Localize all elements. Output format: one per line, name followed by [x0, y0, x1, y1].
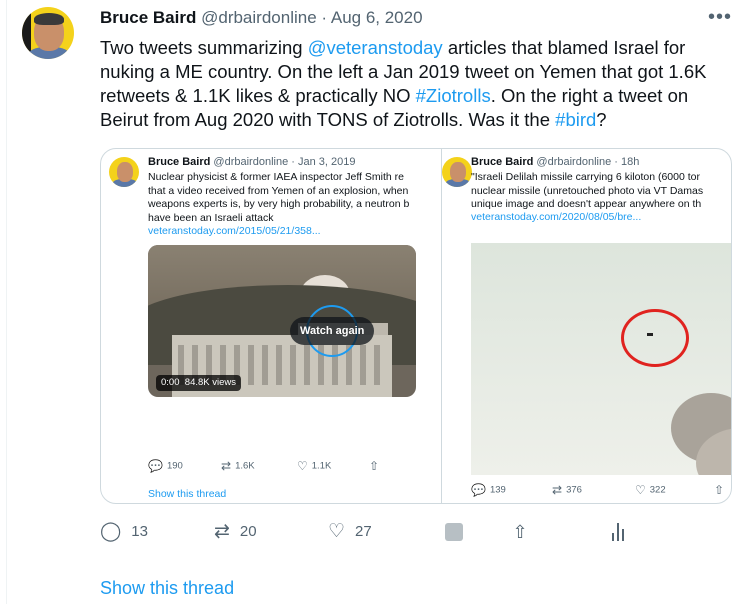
embedded-like-stat: ♡ 1.1K [297, 459, 331, 473]
avatar-face [450, 162, 466, 182]
like-count: 27 [355, 523, 372, 540]
heart-icon: ♡ [297, 459, 308, 473]
embedded-author-name: Bruce Baird [471, 156, 534, 168]
show-thread-link[interactable]: Show this thread [100, 578, 234, 599]
embedded-header: Bruce Baird @drbairdonline · Jan 3, 2019 [148, 156, 355, 168]
avatar-face [117, 162, 133, 182]
embedded-like-count: 1.1K [311, 460, 332, 472]
embedded-handle-date: @drbairdonline · Jan 3, 2019 [213, 156, 356, 168]
like-button[interactable]: ♡ 27 [328, 520, 372, 544]
watch-again-button: Watch again [290, 317, 375, 345]
embedded-link: veteranstoday.com/2015/05/21/358... [148, 225, 321, 237]
embedded-screenshot[interactable]: Bruce Baird @drbairdonline · Jan 3, 2019… [100, 148, 732, 504]
embedded-retweet-stat: ⇄ 376 [552, 483, 582, 497]
embedded-retweet-stat: ⇄ 1.6K [221, 459, 255, 473]
author-handle[interactable]: @drbairdonline [201, 8, 317, 27]
analytics-icon[interactable] [612, 523, 626, 541]
video-views: 84.8K views [184, 377, 237, 388]
reply-count: 13 [131, 523, 148, 540]
embedded-like-stat: ♡ 322 [635, 483, 666, 497]
embedded-text: "Israeli Delilah missile carrying 6 kilo… [471, 171, 703, 212]
heart-icon: ♡ [635, 483, 646, 497]
embedded-author-name: Bruce Baird [148, 156, 211, 168]
reply-button[interactable]: ◯ 13 [100, 520, 148, 544]
tweet-actions: ◯ 13 ⇄ 20 ♡ 27 ⇧ [100, 520, 740, 544]
mention-link[interactable]: @veteranstoday [308, 37, 443, 58]
embedded-text: Nuclear physicist & former IAEA inspecto… [148, 171, 409, 225]
reply-icon: ◯ [100, 521, 122, 543]
retweet-icon: ⇄ [221, 459, 232, 473]
red-circle-annotation [621, 309, 689, 367]
embedded-reply-stat: 💬 190 [148, 459, 183, 473]
tweet-text-part: Two tweets summarizing [100, 37, 308, 58]
tweet-text-part: ? [596, 109, 607, 130]
header-separator: · [321, 8, 328, 27]
embedded-share-stat: ⇧ [714, 483, 728, 497]
hashtag-link[interactable]: #Ziotrolls [416, 85, 491, 106]
embedded-tweet-right: Bruce Baird @drbairdonline · 18h "Israel… [442, 149, 731, 503]
embedded-text-line: nuclear missile (unretouched photo via V… [471, 184, 704, 197]
photo-thumbnail [471, 243, 731, 475]
author-name[interactable]: Bruce Baird [100, 8, 196, 27]
embedded-retweet-count: 376 [566, 484, 582, 496]
embedded-text-line: that a video received from Yemen of an e… [148, 184, 409, 197]
reply-icon: 💬 [148, 459, 163, 473]
retweet-icon: ⇄ [552, 483, 563, 497]
video-time: 0:00 [161, 377, 180, 388]
video-views-badge: 0:00 84.8K views [156, 375, 242, 391]
embedded-text-line: Nuclear physicist & former IAEA inspecto… [148, 171, 404, 183]
more-icon[interactable]: ••• [708, 6, 732, 29]
embedded-text-line: unique image and doesn't appear anywhere… [471, 198, 702, 210]
tweet-date[interactable]: Aug 6, 2020 [331, 8, 423, 27]
tweet-header: Bruce Baird @drbairdonline · Aug 6, 2020 [100, 8, 423, 28]
embedded-tweet-left: Bruce Baird @drbairdonline · Jan 3, 2019… [101, 149, 441, 503]
hashtag-link[interactable]: #bird [555, 109, 596, 130]
share-icon: ⇧ [369, 459, 380, 473]
avatar [109, 157, 139, 187]
heart-icon: ♡ [328, 521, 346, 543]
embedded-text-line: "Israeli Delilah missile carrying 6 kilo… [471, 171, 700, 183]
embedded-text-line: weapons experts is, by very high probabi… [148, 198, 410, 210]
embedded-handle-date: @drbairdonline · 18h [536, 156, 640, 168]
share-icon: ⇧ [714, 483, 725, 497]
timeline-border [6, 0, 7, 604]
avatar[interactable] [22, 7, 74, 59]
embedded-show-thread: Show this thread [148, 488, 227, 500]
embedded-like-count: 322 [649, 484, 666, 496]
tweet-activity-icon[interactable] [445, 523, 463, 541]
tweet-text: Two tweets summarizing @veteranstoday ar… [100, 36, 740, 132]
retweet-button[interactable]: ⇄ 20 [214, 520, 257, 544]
reply-icon: 💬 [471, 483, 486, 497]
retweet-count: 20 [239, 523, 257, 540]
retweet-icon: ⇄ [214, 521, 230, 543]
embedded-reply-count: 190 [166, 460, 183, 472]
bird-object [647, 333, 653, 336]
video-thumbnail: Watch again 0:00 84.8K views [148, 245, 416, 397]
embedded-share-stat: ⇧ [369, 459, 383, 473]
share-icon[interactable]: ⇧ [510, 521, 530, 543]
embedded-header: Bruce Baird @drbairdonline · 18h [471, 156, 639, 168]
embedded-text-line: have been an Israeli attack [148, 211, 274, 224]
embedded-reply-stat: 💬 139 [471, 483, 506, 497]
avatar [442, 157, 472, 187]
embedded-reply-count: 139 [489, 484, 506, 496]
embedded-retweet-count: 1.6K [235, 460, 255, 472]
embedded-link: veteranstoday.com/2020/08/05/bre... [471, 211, 642, 223]
avatar-hair [34, 13, 64, 25]
